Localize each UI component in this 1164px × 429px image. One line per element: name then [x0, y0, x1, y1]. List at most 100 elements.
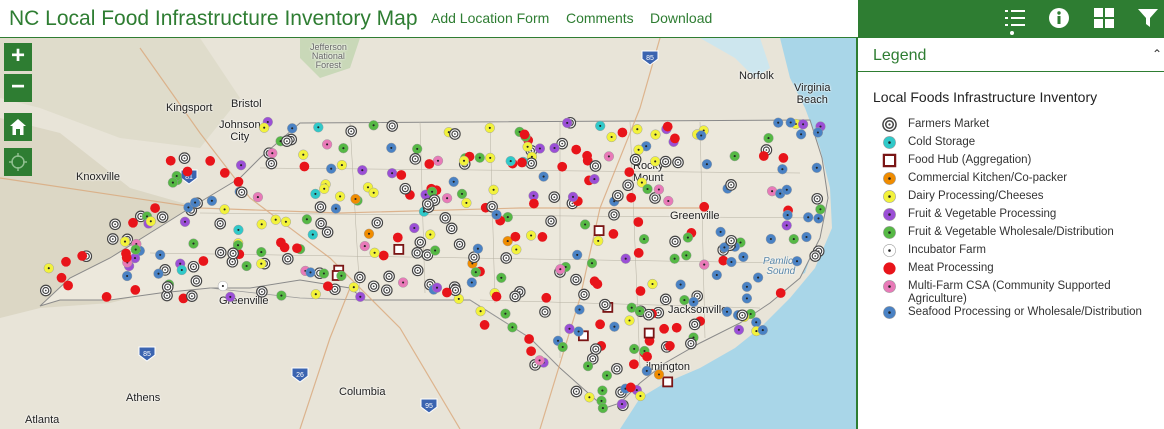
map-marker[interactable]: [635, 390, 646, 402]
map-marker[interactable]: [611, 362, 623, 375]
map-marker[interactable]: [307, 229, 318, 240]
map-marker[interactable]: [597, 385, 608, 396]
info-icon[interactable]: [1047, 6, 1071, 30]
map-marker[interactable]: [281, 135, 293, 147]
map-marker[interactable]: [387, 168, 398, 179]
map-marker[interactable]: [265, 157, 278, 170]
map-marker[interactable]: [179, 216, 191, 227]
map-marker[interactable]: [538, 171, 549, 182]
map-marker[interactable]: [812, 127, 824, 138]
map-marker[interactable]: [795, 129, 807, 140]
map-marker[interactable]: [392, 232, 403, 243]
map-marker[interactable]: [555, 264, 566, 275]
map-marker[interactable]: [599, 298, 611, 311]
map-marker[interactable]: [386, 120, 399, 132]
map-marker[interactable]: [206, 195, 217, 206]
map-marker[interactable]: [688, 318, 701, 331]
map-marker[interactable]: [359, 241, 370, 252]
map-marker[interactable]: [775, 288, 786, 298]
map-marker[interactable]: [326, 163, 337, 174]
map-marker[interactable]: [582, 150, 592, 161]
map-marker[interactable]: [348, 282, 359, 293]
map-marker[interactable]: [519, 129, 530, 140]
map-marker[interactable]: [586, 258, 598, 269]
map-marker[interactable]: [167, 177, 178, 188]
map-marker[interactable]: [305, 267, 316, 278]
map-marker[interactable]: [670, 133, 680, 144]
basemap-grid-icon[interactable]: [1092, 6, 1116, 30]
map-marker[interactable]: [647, 278, 658, 290]
map-marker[interactable]: [449, 284, 462, 297]
map-marker[interactable]: [788, 234, 799, 245]
map-marker[interactable]: [597, 403, 609, 414]
map-marker[interactable]: [510, 231, 521, 242]
map-marker[interactable]: [679, 295, 690, 306]
map-marker[interactable]: [470, 267, 481, 278]
map-marker[interactable]: [725, 179, 737, 191]
map-marker[interactable]: [198, 256, 209, 266]
map-marker[interactable]: [815, 204, 826, 215]
map-marker[interactable]: [548, 191, 561, 203]
map-marker[interactable]: [572, 249, 583, 260]
map-marker[interactable]: [785, 117, 796, 128]
map-marker[interactable]: [511, 244, 522, 255]
map-marker[interactable]: [593, 225, 605, 237]
map-marker[interactable]: [280, 216, 291, 227]
map-marker[interactable]: [711, 269, 722, 281]
map-marker[interactable]: [624, 315, 635, 326]
legend-list-icon[interactable]: [1003, 6, 1027, 30]
map-marker[interactable]: [357, 165, 368, 176]
map-marker[interactable]: [562, 117, 573, 129]
map-marker[interactable]: [354, 271, 366, 284]
map-marker[interactable]: [461, 197, 472, 208]
map-marker[interactable]: [688, 296, 699, 307]
map-marker[interactable]: [801, 231, 812, 243]
map-marker[interactable]: [752, 272, 764, 283]
map-marker[interactable]: [378, 250, 389, 261]
map-marker[interactable]: [629, 153, 642, 166]
map-marker[interactable]: [608, 208, 620, 221]
map-marker[interactable]: [593, 235, 604, 246]
map-marker[interactable]: [188, 238, 199, 249]
map-marker[interactable]: [589, 160, 602, 172]
map-marker[interactable]: [537, 232, 548, 242]
map-marker[interactable]: [549, 142, 560, 154]
map-marker[interactable]: [659, 323, 669, 334]
map-marker[interactable]: [635, 286, 646, 296]
map-marker[interactable]: [642, 308, 655, 321]
zoom-out-button[interactable]: −: [4, 74, 32, 102]
map-marker[interactable]: [219, 168, 230, 178]
map-marker[interactable]: [425, 229, 436, 240]
map-marker[interactable]: [241, 260, 252, 272]
map-marker[interactable]: [267, 148, 278, 159]
map-marker[interactable]: [256, 258, 267, 269]
collapse-icon[interactable]: ⌃: [1152, 47, 1162, 61]
map-marker[interactable]: [259, 122, 270, 133]
map-marker[interactable]: [589, 343, 602, 355]
map-marker[interactable]: [156, 211, 169, 223]
map-marker[interactable]: [412, 143, 423, 155]
download-link[interactable]: Download: [650, 10, 712, 26]
map-marker[interactable]: [128, 217, 138, 228]
map-marker[interactable]: [63, 280, 73, 291]
map-marker[interactable]: [56, 272, 67, 283]
map-marker[interactable]: [368, 120, 379, 131]
map-marker[interactable]: [791, 256, 803, 267]
map-marker[interactable]: [729, 150, 740, 162]
map-marker[interactable]: [534, 143, 546, 154]
map-marker[interactable]: [386, 142, 397, 154]
map-marker[interactable]: [758, 151, 769, 161]
map-marker[interactable]: [803, 212, 814, 223]
map-marker[interactable]: [458, 155, 470, 166]
map-marker[interactable]: [430, 245, 441, 256]
map-marker[interactable]: [507, 322, 518, 333]
map-marker[interactable]: [534, 355, 545, 366]
map-marker[interactable]: [633, 144, 644, 155]
map-marker[interactable]: [393, 243, 405, 255]
map-marker[interactable]: [517, 157, 527, 168]
map-marker[interactable]: [414, 236, 427, 249]
map-marker[interactable]: [685, 337, 697, 350]
map-marker[interactable]: [190, 275, 203, 287]
map-marker[interactable]: [466, 277, 477, 288]
map-marker[interactable]: [665, 341, 675, 351]
